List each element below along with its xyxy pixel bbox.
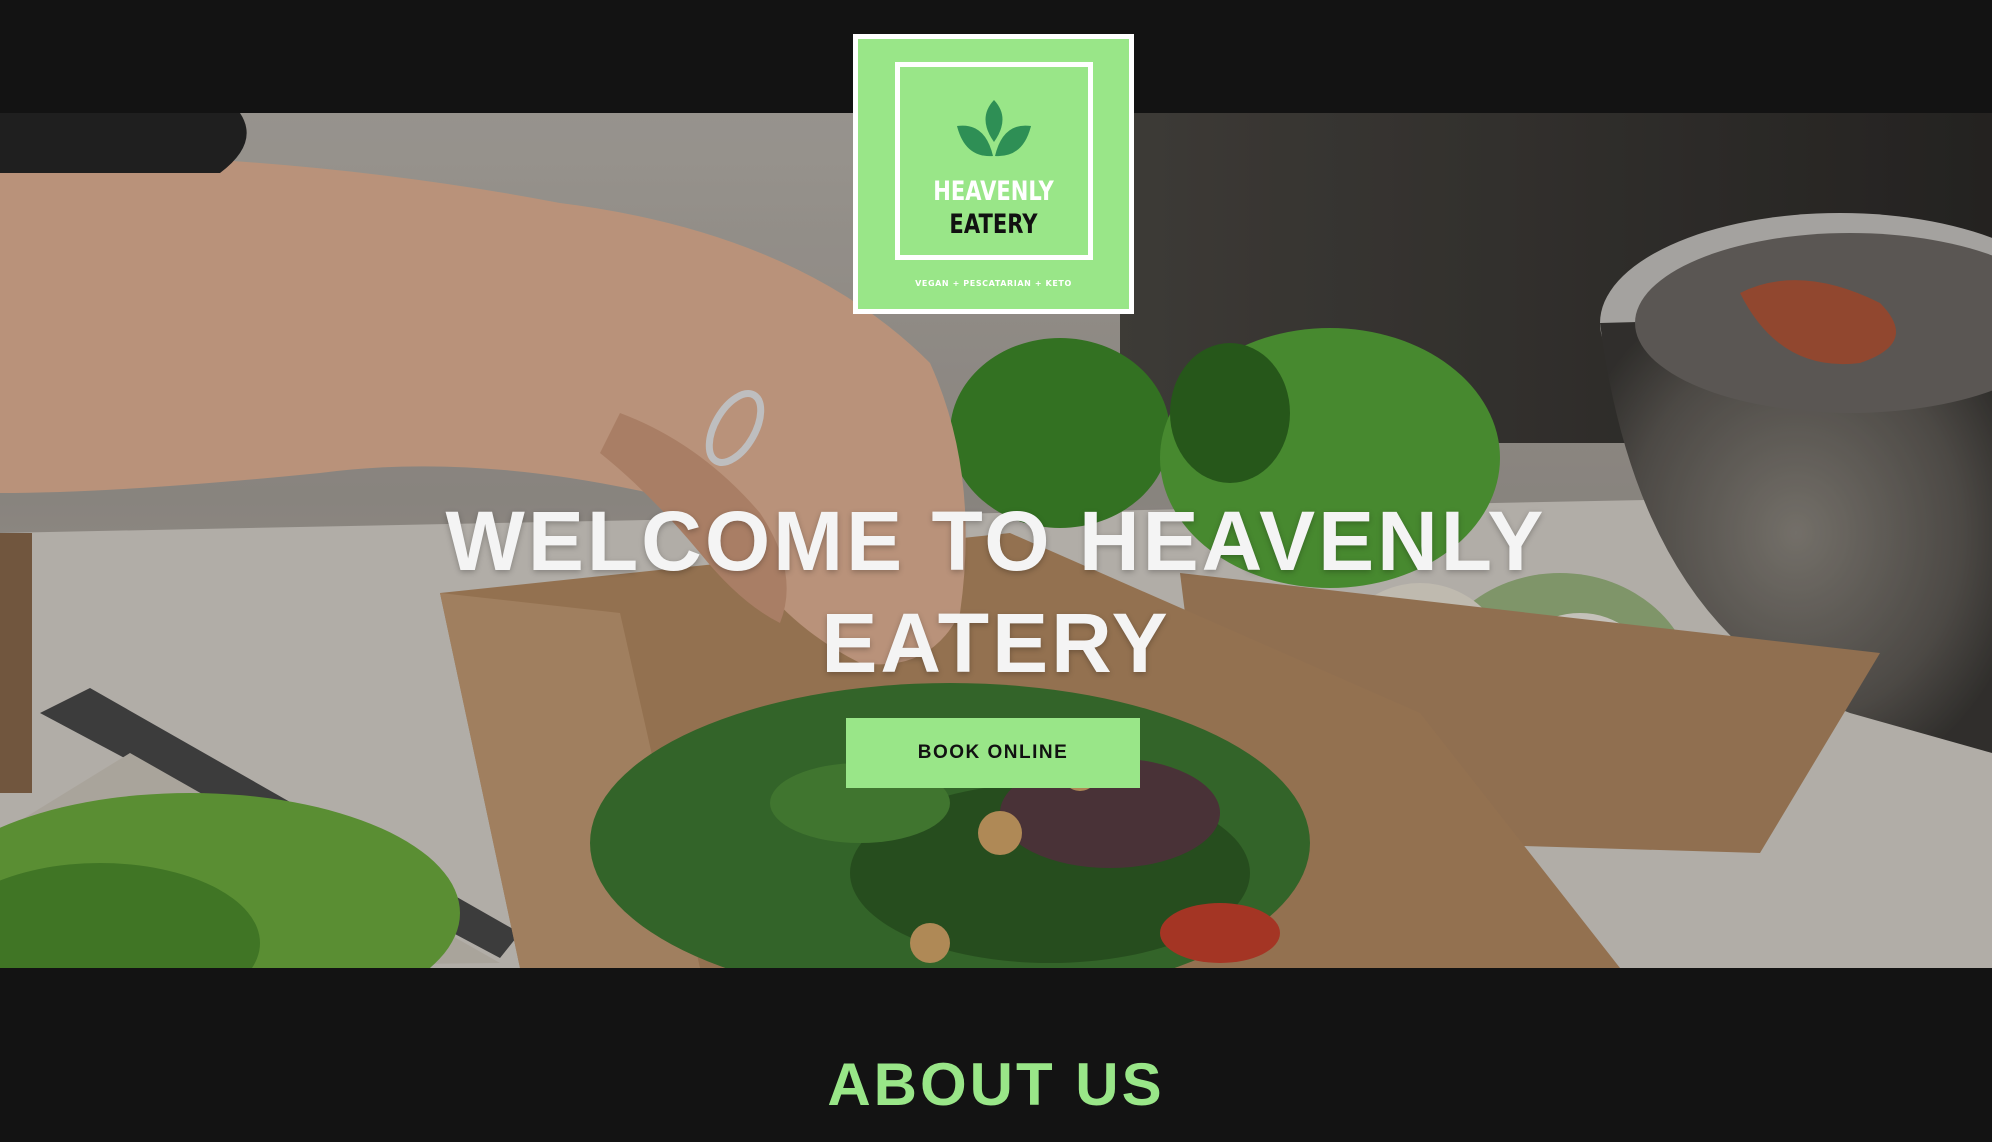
book-online-button[interactable]: BOOK ONLINE (846, 718, 1140, 788)
page: HEAVENLY EATERY VEGAN + PESCATARIAN + KE… (0, 0, 1992, 1142)
site-logo[interactable]: HEAVENLY EATERY VEGAN + PESCATARIAN + KE… (853, 34, 1134, 314)
logo-badge: HEAVENLY EATERY VEGAN + PESCATARIAN + KE… (858, 39, 1129, 309)
logo-name-line2: EATERY (949, 209, 1038, 240)
logo-tagline: VEGAN + PESCATARIAN + KETO (915, 279, 1072, 288)
leaf-icon (957, 100, 1031, 157)
hero-title: WELCOME TO HEAVENLY EATERY (445, 494, 1547, 690)
logo-name-line1: HEAVENLY (933, 176, 1054, 207)
about-us-heading: ABOUT US (827, 1051, 1165, 1118)
